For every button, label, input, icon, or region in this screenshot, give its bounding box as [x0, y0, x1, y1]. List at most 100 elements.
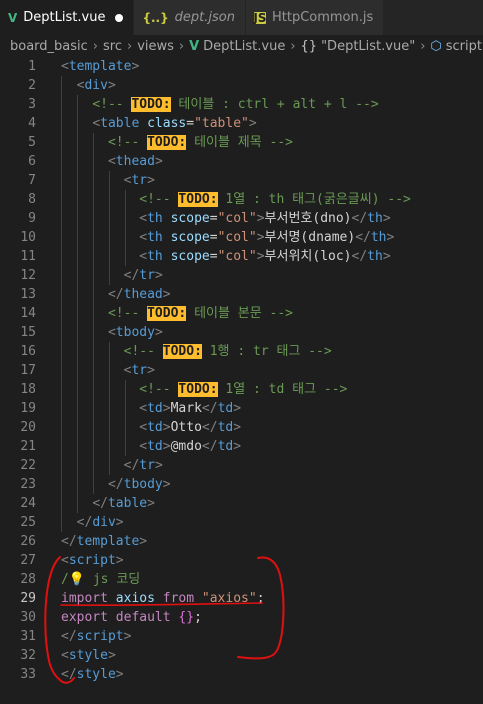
- line-number: 11: [20, 249, 36, 264]
- code-line: 17 <tr>: [0, 361, 483, 380]
- line-number: 19: [20, 401, 36, 416]
- chevron-right-icon: ›: [420, 38, 426, 54]
- code-line: 24 </table>: [0, 494, 483, 513]
- line-number: 10: [20, 230, 36, 245]
- line-number: 28: [20, 572, 36, 587]
- code-line: 22 </tr>: [0, 456, 483, 475]
- json-icon: {..}: [142, 10, 169, 25]
- line-number: 29: [20, 591, 36, 606]
- code-line: 3 <!-- TODO: 테이블 : ctrl + alt + l -->: [0, 95, 483, 114]
- line-number: 20: [20, 420, 36, 435]
- line-number: 3: [28, 97, 36, 112]
- tab-label: dept.json: [174, 10, 235, 25]
- code-line: 20 <td>Otto</td>: [0, 418, 483, 437]
- code-line: 28/💡 js 코딩: [0, 570, 483, 589]
- tab-label: DeptList.vue: [23, 10, 106, 25]
- code-line: 27 <script>: [0, 551, 483, 570]
- line-number: 4: [28, 116, 36, 131]
- line-number: 15: [20, 325, 36, 340]
- code-line: 32 <style>: [0, 646, 483, 665]
- code-line-current: 29 import axios from "axios";: [0, 589, 483, 608]
- cube-icon: ⬡: [430, 38, 442, 54]
- code-editor[interactable]: 1 <template> 2 <div> 3 <!-- TODO: 테이블 : c…: [0, 57, 483, 704]
- todo-highlight: TODO:: [178, 382, 218, 397]
- code-line: 18 <!-- TODO: 1열 : td 태그 -->: [0, 380, 483, 399]
- tab-dept-json[interactable]: {..} dept.json: [134, 0, 246, 35]
- line-number: 25: [20, 515, 36, 530]
- line-number: 33: [20, 667, 36, 682]
- line-number: 26: [20, 534, 36, 549]
- line-number: 13: [20, 287, 36, 302]
- unsaved-dot-icon[interactable]: [115, 13, 124, 22]
- vue-icon: V: [189, 38, 200, 54]
- code-line: 6 <thead>: [0, 152, 483, 171]
- lightbulb-icon[interactable]: 💡: [69, 572, 85, 587]
- code-line: 23 </tbody>: [0, 475, 483, 494]
- line-number: 1: [28, 59, 36, 74]
- chevron-right-icon: ›: [126, 38, 133, 54]
- line-number: 18: [20, 382, 36, 397]
- code-line: 16 <!-- TODO: 1행 : tr 태그 -->: [0, 342, 483, 361]
- code-line: 9 <th scope="col">부서번호(dno)</th>: [0, 209, 483, 228]
- line-number: 9: [28, 211, 36, 226]
- line-number: 32: [20, 648, 36, 663]
- line-number: 14: [20, 306, 36, 321]
- tab-deptlist-vue[interactable]: V DeptList.vue: [0, 0, 135, 35]
- code-line: 14 <!-- TODO: 테이블 본문 -->: [0, 304, 483, 323]
- line-number: 22: [20, 458, 36, 473]
- code-line: 13 </thead>: [0, 285, 483, 304]
- breadcrumb-item-script[interactable]: script: [446, 39, 482, 54]
- breadcrumb: board_basic › src › views › V DeptList.v…: [0, 35, 483, 57]
- breadcrumb-item-project[interactable]: board_basic: [10, 39, 88, 54]
- line-number: 27: [20, 553, 36, 568]
- tab-label: HttpCommon.js: [271, 10, 374, 25]
- line-number: 6: [28, 154, 36, 169]
- breadcrumb-item-file[interactable]: DeptList.vue: [203, 39, 285, 54]
- line-number: 31: [20, 629, 36, 644]
- line-number: 30: [20, 610, 36, 625]
- line-number: 12: [20, 268, 36, 283]
- vue-icon: V: [8, 10, 18, 25]
- line-number: 24: [20, 496, 36, 511]
- chevron-right-icon: ›: [178, 38, 185, 54]
- braces-icon: {}: [300, 38, 318, 54]
- todo-highlight: TODO:: [178, 192, 218, 207]
- code-line: 1 <template>: [0, 57, 483, 76]
- line-number: 21: [20, 439, 36, 454]
- breadcrumb-item-views[interactable]: views: [137, 39, 174, 54]
- code-line: 30 export default {};: [0, 608, 483, 627]
- tab-bar: V DeptList.vue {..} dept.json JS HttpCom…: [0, 0, 483, 35]
- line-number: 17: [20, 363, 36, 378]
- code-line: 11 <th scope="col">부서위치(loc)</th>: [0, 247, 483, 266]
- code-line: 10 <th scope="col">부서명(dname)</th>: [0, 228, 483, 247]
- todo-highlight: TODO:: [147, 135, 187, 150]
- code-line: 26 </template>: [0, 532, 483, 551]
- code-line: 12 </tr>: [0, 266, 483, 285]
- code-line: 19 <td>Mark</td>: [0, 399, 483, 418]
- line-number: 23: [20, 477, 36, 492]
- todo-highlight: TODO:: [131, 97, 171, 112]
- code-line: 8 <!-- TODO: 1열 : th 태그(굵은글씨) -->: [0, 190, 483, 209]
- breadcrumb-item-module[interactable]: "DeptList.vue": [321, 39, 415, 54]
- code-line: 31 </script>: [0, 627, 483, 646]
- code-line: 15 <tbody>: [0, 323, 483, 342]
- code-line: 7 <tr>: [0, 171, 483, 190]
- line-number: 5: [28, 135, 36, 150]
- code-line: 25 </div>: [0, 513, 483, 532]
- line-number: 7: [28, 173, 36, 188]
- tab-httpcommon-js[interactable]: JS HttpCommon.js: [245, 0, 385, 35]
- code-line: 5 <!-- TODO: 테이블 제목 -->: [0, 133, 483, 152]
- line-number: 8: [28, 192, 36, 207]
- chevron-right-icon: ›: [92, 38, 98, 54]
- code-line: 21 <td>@mdo</td>: [0, 437, 483, 456]
- chevron-right-icon: ›: [290, 38, 296, 54]
- line-number: 16: [20, 344, 36, 359]
- code-line: 4 <table class="table">: [0, 114, 483, 133]
- todo-highlight: TODO:: [162, 344, 202, 359]
- line-number: 2: [28, 78, 36, 93]
- js-icon: JS: [253, 10, 267, 25]
- breadcrumb-item-src[interactable]: src: [103, 39, 122, 54]
- code-line: 33 </style>: [0, 665, 483, 684]
- todo-highlight: TODO:: [147, 306, 187, 321]
- code-line: 2 <div>: [0, 76, 483, 95]
